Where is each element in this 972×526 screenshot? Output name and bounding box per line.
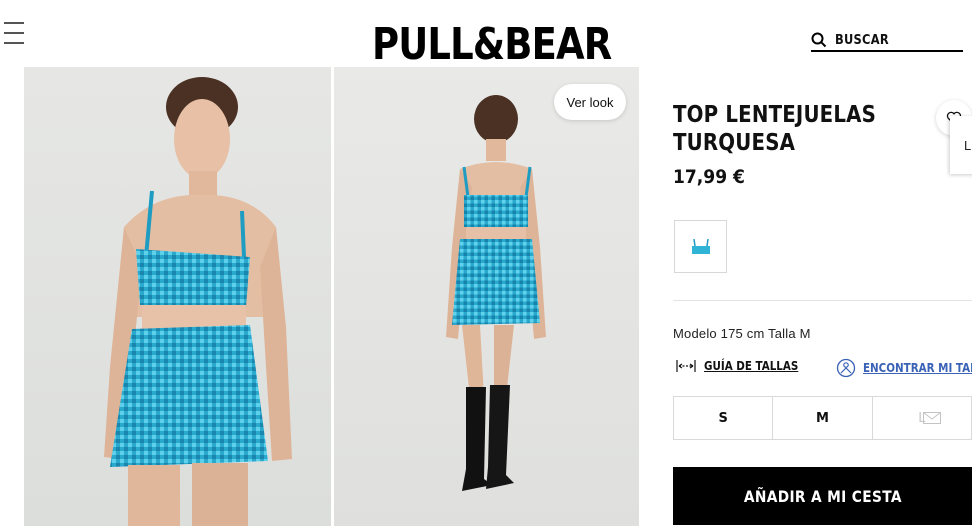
add-to-cart-button[interactable]: AÑADIR A MI CESTA	[673, 467, 972, 525]
product-title-line2: TURQUESA	[673, 130, 796, 156]
find-my-size-link[interactable]: ENCONTRAR MI TALLA	[836, 358, 972, 378]
search-icon	[811, 32, 827, 48]
person-measure-icon	[836, 358, 856, 378]
model-back-illustration	[446, 95, 546, 491]
size-guide-label: GUÍA DE TALLAS	[704, 359, 799, 373]
search-bar[interactable]: BUSCAR	[811, 30, 963, 52]
product-image-back[interactable]	[334, 67, 639, 526]
product-price: 17,99 €	[673, 166, 745, 188]
size-guide-link[interactable]: GUÍA DE TALLAS	[676, 358, 814, 374]
size-selector: S M L	[673, 396, 972, 440]
size-option-s[interactable]: S	[674, 397, 774, 439]
product-title: TOP LENTEJUELAS TURQUESA	[673, 101, 879, 157]
ruler-icon	[676, 360, 696, 372]
brand-logo[interactable]: PULL&BEAR	[372, 20, 612, 70]
product-title-line1: TOP LENTEJUELAS	[673, 102, 877, 128]
model-front-illustration	[104, 77, 292, 526]
ver-look-button[interactable]: Ver look	[554, 84, 626, 120]
hamburger-menu-icon[interactable]	[4, 22, 26, 44]
product-page: PULL&BEAR BUSCAR Ver look TOP LENTEJUELA…	[0, 0, 972, 526]
product-image-front[interactable]	[24, 67, 331, 526]
section-divider	[673, 300, 972, 301]
color-swatch-turquoise[interactable]	[674, 220, 727, 273]
top-thumbnail-icon	[691, 238, 710, 254]
side-panel-tab[interactable]: L	[950, 116, 972, 174]
search-label: BUSCAR	[835, 32, 889, 48]
model-info: Modelo 175 cm Talla M	[673, 326, 811, 341]
size-option-m[interactable]: M	[773, 397, 873, 439]
size-option-l[interactable]: L	[873, 397, 971, 439]
envelope-icon[interactable]	[922, 412, 941, 424]
find-my-size-label: ENCONTRAR MI TALLA	[863, 361, 972, 375]
add-to-cart-label: AÑADIR A MI CESTA	[743, 486, 902, 506]
